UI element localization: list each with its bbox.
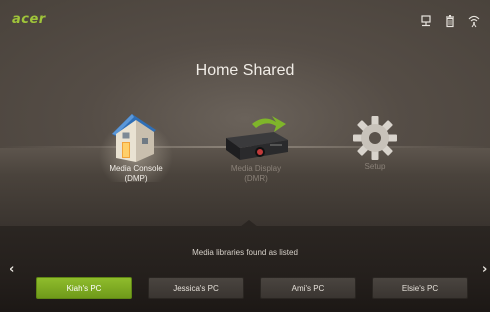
brand-logo: acer: [12, 12, 46, 27]
wifi-icon[interactable]: [468, 14, 480, 28]
media-console-sub: (DMP): [124, 174, 148, 183]
gear-icon: [353, 116, 397, 160]
media-console-label: Media Console: [109, 164, 163, 173]
pc-list: Kiah's PC Jessica's PC Ami's PC Elsie's …: [36, 277, 468, 299]
chevron-right-icon[interactable]: ›: [482, 262, 487, 277]
network-icon[interactable]: [420, 14, 432, 28]
libraries-caption: Media libraries found as listed: [192, 248, 298, 257]
trash-icon[interactable]: [444, 14, 456, 28]
status-icons: [420, 14, 480, 28]
bottom-panel: [0, 226, 490, 312]
home-shared-screen: acer Home Shared Media Console (DMP) Med…: [0, 0, 490, 312]
setup-label: Setup: [364, 162, 386, 171]
pc-button-kiah[interactable]: Kiah's PC: [36, 277, 132, 299]
media-display-label: Media Display: [230, 164, 282, 173]
projector-icon: [226, 116, 288, 160]
media-display-sub: (DMR): [244, 174, 268, 183]
media-display-tile[interactable]: Media Display (DMR): [208, 114, 304, 184]
pc-button-elsie[interactable]: Elsie's PC: [372, 277, 468, 299]
pc-button-jessica[interactable]: Jessica's PC: [148, 277, 244, 299]
media-console-tile[interactable]: Media Console (DMP): [96, 108, 176, 184]
house-icon: [112, 114, 156, 162]
setup-tile[interactable]: Setup: [340, 112, 410, 172]
panel-notch: [240, 220, 258, 227]
pc-button-ami[interactable]: Ami's PC: [260, 277, 356, 299]
chevron-left-icon[interactable]: ‹: [9, 262, 14, 277]
page-title: Home Shared: [195, 62, 295, 79]
